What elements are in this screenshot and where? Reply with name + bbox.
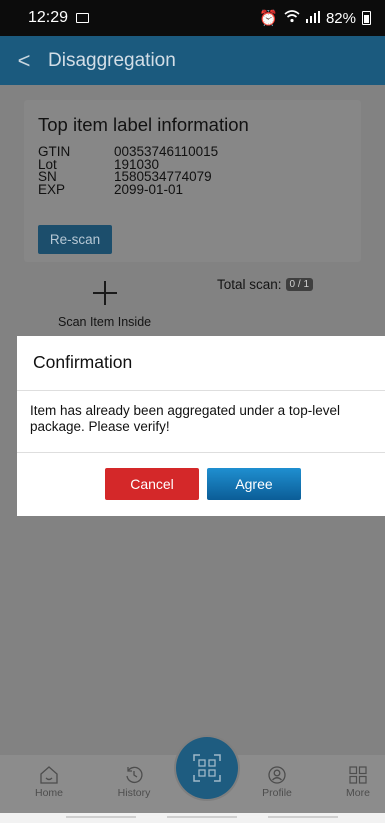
nav-history[interactable]: History [104,765,164,799]
signal-icon [305,10,320,27]
label-info-card: Top item label information GTIN 00353746… [24,100,361,262]
field-value: 2099-01-01 [114,181,184,197]
agree-button[interactable]: Agree [207,468,301,500]
wifi-icon [284,9,300,27]
field-key: EXP [38,181,66,197]
nav-home-label: Home [34,787,63,799]
nav-profile-label: Profile [262,787,292,799]
image-notification-icon [76,13,90,23]
alarm-icon: ⏰ [259,10,278,27]
cancel-button[interactable]: Cancel [105,468,199,500]
scan-count-badge: 0 / 1 [285,278,314,291]
battery-percent: 82% [325,9,356,27]
app-header: < Disaggregation [0,36,385,85]
total-scan: Total scan: 0 / 1 [217,277,314,292]
nav-profile[interactable]: Profile [247,765,307,799]
profile-icon [268,766,286,784]
dialog-title: Confirmation [33,352,133,372]
label-fields: GTIN 00353746110015 Lot 191030 SN 158053… [38,145,218,197]
nav-history-label: History [117,787,151,799]
card-title: Top item label information [38,114,249,135]
scan-button[interactable] [176,737,238,799]
home-icon [40,766,58,784]
scan-item-label: Scan Item Inside [58,315,152,329]
qr-scan-icon [193,754,221,782]
divider [17,452,385,453]
page-title: Disaggregation [48,49,176,71]
status-time: 12:29 [28,9,69,26]
nav-home[interactable]: Home [19,765,79,799]
system-nav-indicator [268,816,338,818]
history-icon [126,766,143,784]
nav-more[interactable]: More [328,765,385,799]
rescan-button[interactable]: Re-scan [38,225,112,254]
nav-more-label: More [346,787,370,799]
system-nav-bar [0,813,385,823]
system-nav-indicator [167,816,237,818]
status-bar: 12:29 ⏰ 82% [0,0,385,36]
chevron-left-icon: < [17,47,31,73]
status-icons: ⏰ 82% [259,9,371,27]
divider [17,390,385,391]
confirmation-dialog: Confirmation Item has already been aggre… [17,336,385,516]
system-nav-indicator [66,816,136,818]
dialog-message: Item has already been aggregated under a… [30,403,340,434]
plus-icon[interactable] [93,281,117,305]
field-row: EXP 2099-01-01 [38,181,218,197]
grid-icon [349,766,367,784]
total-scan-label: Total scan: [217,277,282,292]
battery-icon [362,11,371,25]
back-button[interactable]: < [0,36,48,85]
